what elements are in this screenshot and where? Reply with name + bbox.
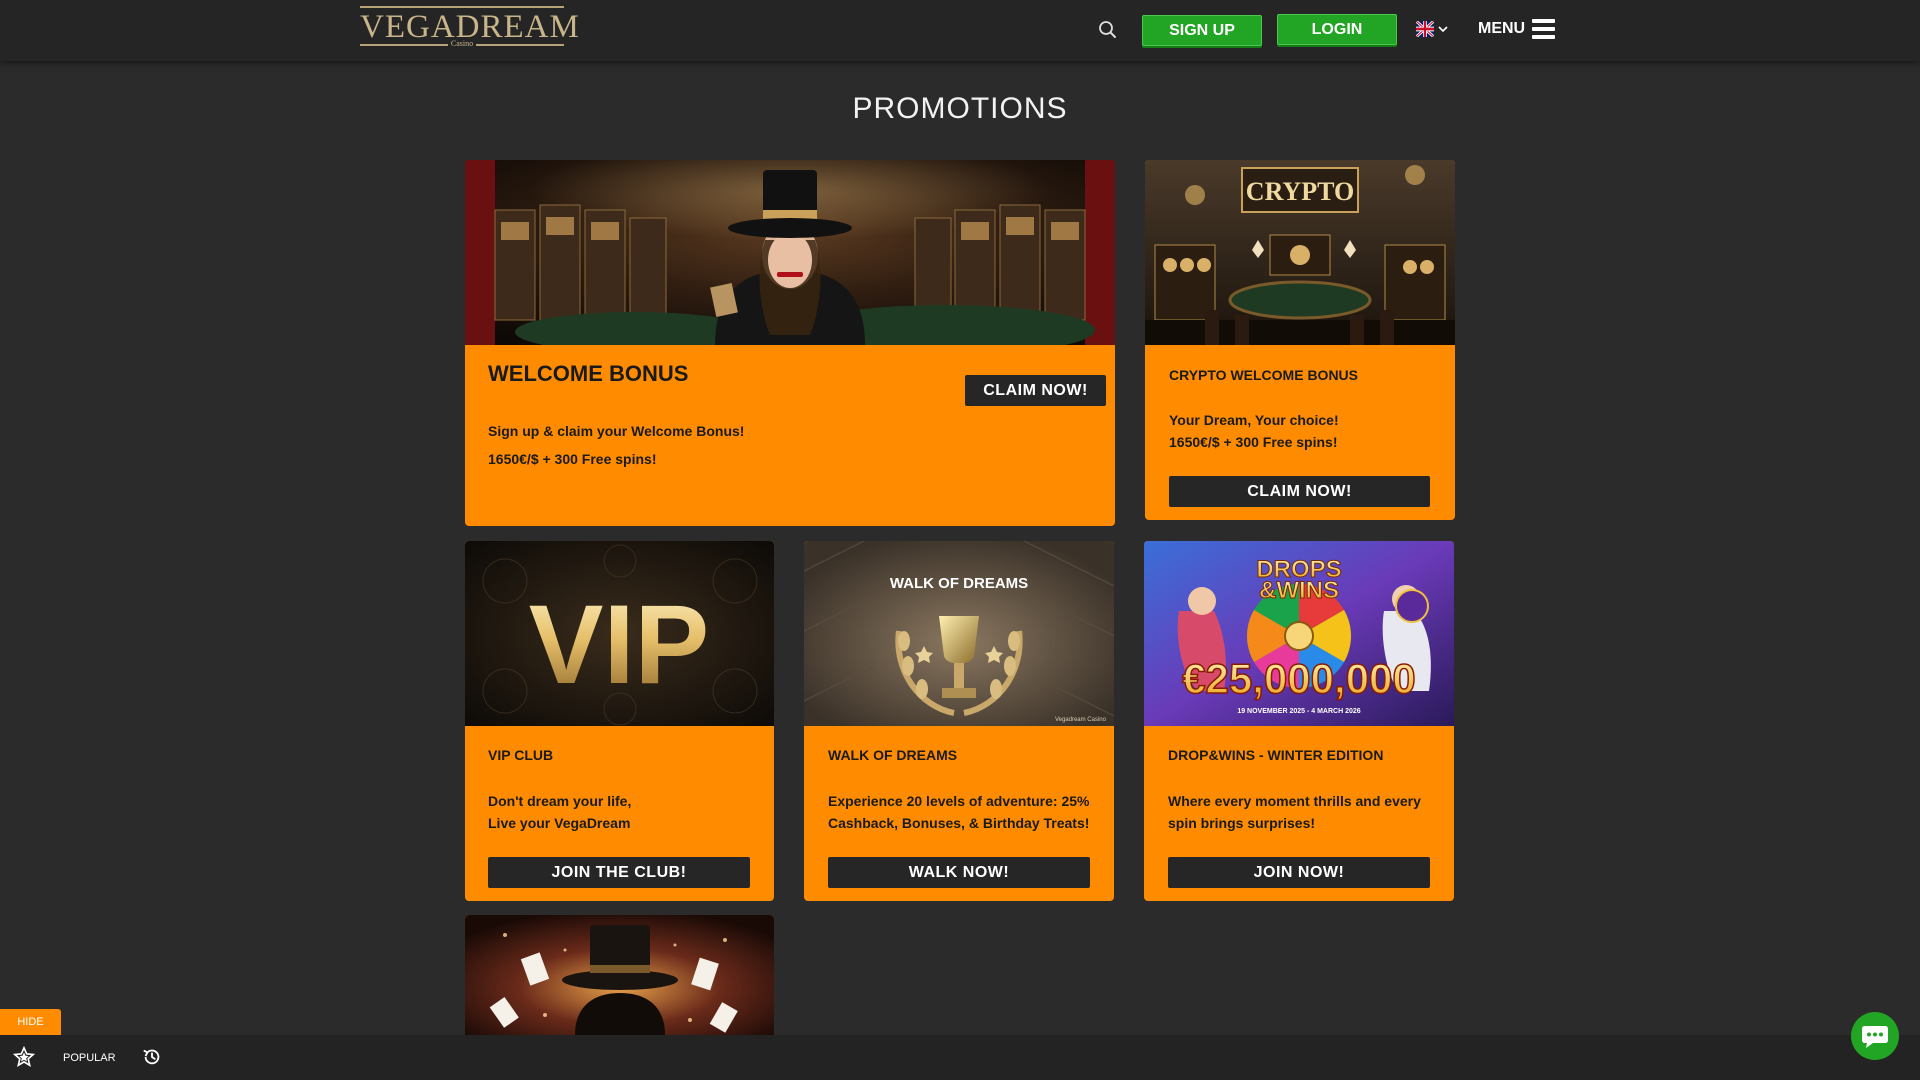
page-title: PROMOTIONS xyxy=(852,92,1068,125)
menu-button-label[interactable]: MENU xyxy=(1478,19,1525,39)
vip-image-text: VIP xyxy=(529,582,710,707)
promo-description-line2: 1650€/$ + 300 Free spins! xyxy=(488,451,657,467)
crypto-bonus-image: CRYPTO xyxy=(1145,160,1455,345)
promo-description-line2: Live your VegaDream xyxy=(488,815,631,831)
walk-of-dreams-image: WALK OF DREAMS Vegadream Casino xyxy=(804,541,1114,726)
walk-of-dreams-image-text: WALK OF DREAMS xyxy=(890,575,1028,592)
promo-card-partial[interactable] xyxy=(465,915,774,1035)
promo-description-line2: 1650€/$ + 300 Free spins! xyxy=(1169,434,1338,450)
promo-card-drops-and-wins[interactable]: DROPS &WINS €25,000,000 19 NOVEMBER 2025… xyxy=(1144,541,1454,901)
join-now-button[interactable]: JOIN NOW! xyxy=(1168,857,1430,888)
partial-promo-image xyxy=(465,915,774,1035)
promo-description-line1: Experience 20 levels of adventure: 25% xyxy=(828,793,1090,809)
claim-now-button[interactable]: CLAIM NOW! xyxy=(965,375,1106,406)
claim-now-button[interactable]: CLAIM NOW! xyxy=(1169,476,1430,507)
hide-button[interactable]: HIDE xyxy=(0,1009,61,1035)
promo-description-line2: Cashback, Bonuses, & Birthday Treats! xyxy=(828,815,1090,831)
promo-title: DROP&WINS - WINTER EDITION xyxy=(1168,747,1384,763)
uk-flag-icon xyxy=(1416,21,1434,37)
history-button[interactable] xyxy=(141,1046,163,1068)
logo-subtext: Casino xyxy=(448,39,476,49)
promo-description-line1: Your Dream, Your choice! xyxy=(1169,412,1339,428)
promo-card-walk-of-dreams[interactable]: WALK OF DREAMS Vegadream Casino WALK OF … xyxy=(804,541,1114,901)
promo-title: CRYPTO WELCOME BONUS xyxy=(1169,367,1359,383)
walk-now-button[interactable]: WALK NOW! xyxy=(828,857,1090,888)
star-icon xyxy=(12,1045,36,1067)
promo-title: WALK OF DREAMS xyxy=(828,747,958,763)
promo-description-line1: Where every moment thrills and every xyxy=(1168,793,1421,809)
sign-up-button[interactable]: SIGN UP xyxy=(1142,15,1262,46)
drops-wins-prize-amount: €25,000,000 xyxy=(1182,655,1416,702)
logo-top-rule xyxy=(360,6,564,8)
promo-description-line1: Sign up & claim your Welcome Bonus! xyxy=(488,423,745,439)
promo-card-vip-club[interactable]: VIP VIP CLUB Don't dream your life, Live… xyxy=(465,541,774,901)
welcome-bonus-image xyxy=(465,160,1115,345)
promo-description-line1: Don't dream your life, xyxy=(488,793,632,809)
drops-wins-image-title-2: &WINS xyxy=(1259,577,1339,604)
promo-description-line2: spin brings surprises! xyxy=(1168,815,1316,831)
favorites-button[interactable] xyxy=(12,1045,36,1068)
promo-title: VIP CLUB xyxy=(488,747,554,763)
promo-card-welcome-bonus[interactable]: WELCOME BONUS CLAIM NOW! Sign up & claim… xyxy=(465,160,1115,526)
bottom-bar: POPULAR xyxy=(0,1035,1920,1080)
vip-club-image: VIP xyxy=(465,541,774,726)
popular-tab[interactable]: POPULAR xyxy=(63,1051,116,1065)
search-button[interactable] xyxy=(1096,18,1120,42)
walk-of-dreams-watermark: Vegadream Casino xyxy=(1055,717,1107,723)
logo[interactable]: VEGADREAM Casino xyxy=(360,6,579,49)
language-selector[interactable] xyxy=(1416,20,1452,38)
chevron-down-icon xyxy=(1438,26,1448,33)
promo-title: WELCOME BONUS xyxy=(488,361,689,386)
promo-card-crypto-welcome-bonus[interactable]: CRYPTO CRYPTO WELCOME BONUS Your Dream, … xyxy=(1145,160,1455,520)
join-the-club-button[interactable]: JOIN THE CLUB! xyxy=(488,857,750,888)
search-icon xyxy=(1099,21,1116,38)
login-button[interactable]: LOGIN xyxy=(1277,14,1397,45)
chat-icon xyxy=(1862,1026,1888,1048)
drops-wins-dates: 19 NOVEMBER 2025 - 4 MARCH 2026 xyxy=(1237,708,1360,715)
drops-and-wins-image: DROPS &WINS €25,000,000 19 NOVEMBER 2025… xyxy=(1144,541,1454,726)
crypto-image-text: CRYPTO xyxy=(1246,177,1354,206)
history-icon xyxy=(143,1049,160,1065)
hamburger-icon[interactable] xyxy=(1532,19,1555,39)
site-header: VEGADREAM Casino SIGN UP LOGIN MENU xyxy=(0,0,1920,61)
live-chat-button[interactable] xyxy=(1851,1012,1899,1060)
